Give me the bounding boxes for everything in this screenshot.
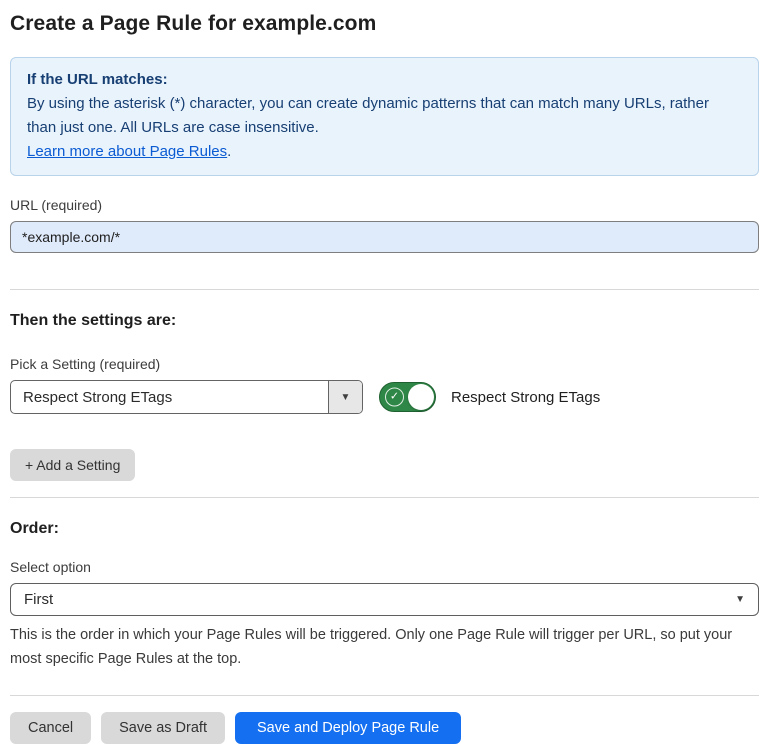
setting-select-arrow-button[interactable]: ▼ xyxy=(328,381,362,413)
order-help-text: This is the order in which your Page Rul… xyxy=(10,623,759,671)
url-field-label: URL (required) xyxy=(10,197,759,213)
page-title: Create a Page Rule for example.com xyxy=(10,12,759,36)
setting-select-value: Respect Strong ETags xyxy=(11,381,328,413)
info-box-link-line: Learn more about Page Rules. xyxy=(27,140,742,164)
learn-more-link[interactable]: Learn more about Page Rules xyxy=(27,143,227,160)
save-as-draft-button[interactable]: Save as Draft xyxy=(101,712,225,744)
cancel-button[interactable]: Cancel xyxy=(10,712,91,744)
order-select[interactable]: First ▼ xyxy=(10,583,759,616)
setting-row: Respect Strong ETags ▼ ✓ Respect Strong … xyxy=(10,380,759,414)
toggle-knob xyxy=(408,384,434,410)
chevron-down-icon: ▼ xyxy=(735,594,745,605)
order-select-value: First xyxy=(24,591,735,608)
divider xyxy=(10,289,759,290)
divider xyxy=(10,695,759,696)
order-select-label: Select option xyxy=(10,559,759,575)
setting-select[interactable]: Respect Strong ETags ▼ xyxy=(10,380,363,414)
divider xyxy=(10,497,759,498)
respect-strong-etags-toggle[interactable]: ✓ xyxy=(379,382,436,412)
save-and-deploy-button[interactable]: Save and Deploy Page Rule xyxy=(235,712,461,744)
url-input[interactable] xyxy=(10,221,759,253)
order-section-heading: Order: xyxy=(10,520,759,538)
info-box-heading: If the URL matches: xyxy=(27,68,742,92)
add-setting-button[interactable]: + Add a Setting xyxy=(10,449,135,481)
settings-section-heading: Then the settings are: xyxy=(10,312,759,330)
toggle-label: Respect Strong ETags xyxy=(451,389,600,406)
info-box-body: By using the asterisk (*) character, you… xyxy=(27,92,742,140)
url-match-info-box: If the URL matches: By using the asteris… xyxy=(10,57,759,176)
action-button-row: Cancel Save as Draft Save and Deploy Pag… xyxy=(10,712,759,744)
link-suffix: . xyxy=(227,143,231,160)
check-icon: ✓ xyxy=(385,388,404,407)
pick-setting-label: Pick a Setting (required) xyxy=(10,356,759,372)
chevron-down-icon: ▼ xyxy=(341,392,351,403)
